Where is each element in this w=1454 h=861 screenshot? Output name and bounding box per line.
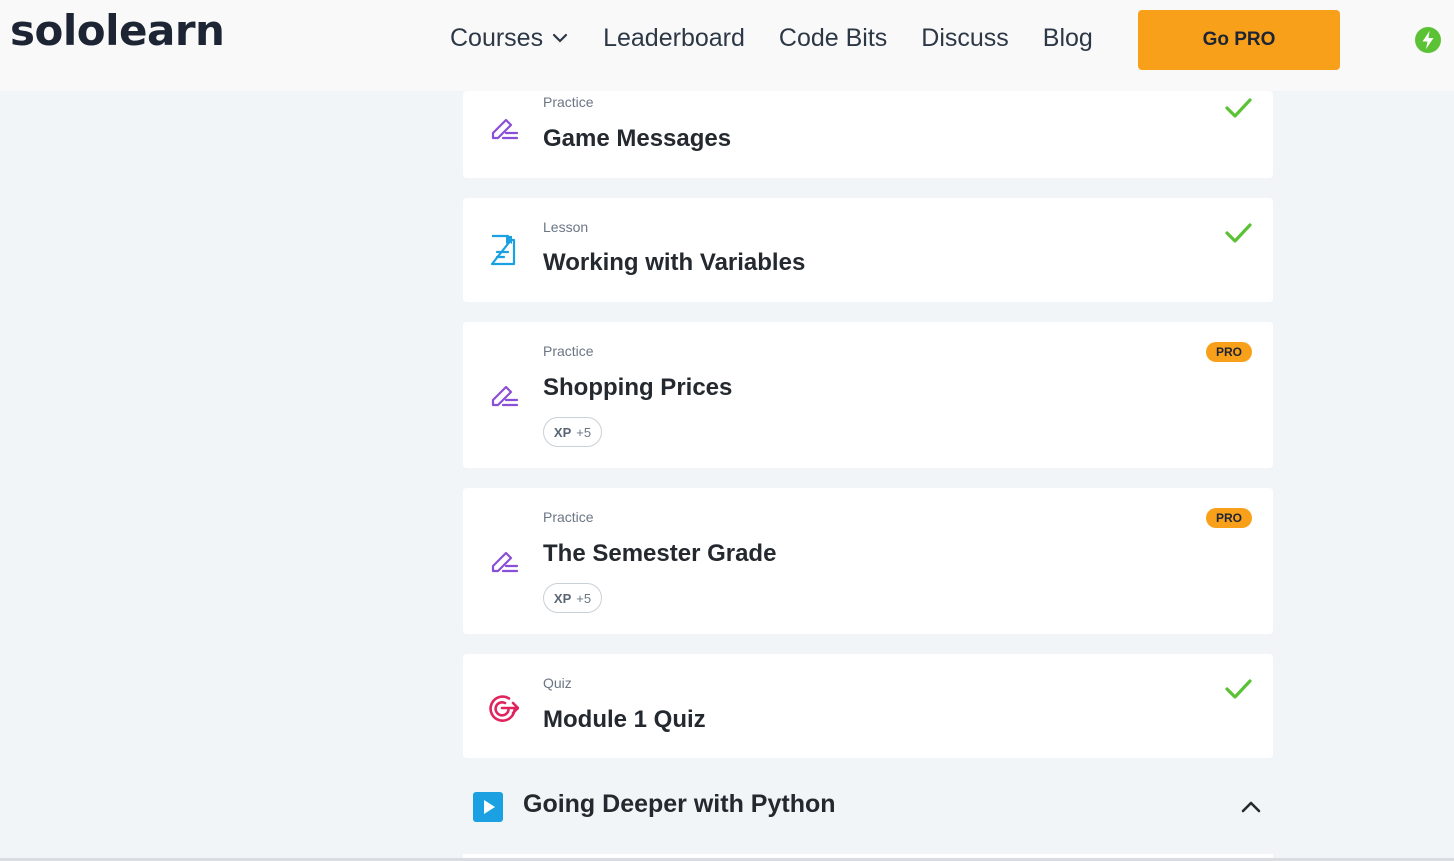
nav-code-bits[interactable]: Code Bits [779, 22, 887, 54]
pencil-edit-icon [491, 118, 519, 140]
go-pro-button[interactable]: Go PRO [1138, 10, 1340, 70]
item-title: Game Messages [543, 125, 732, 152]
lesson-item-card[interactable]: Practice The Semester Grade XP +5 PRO [463, 488, 1273, 634]
xp-label: XP [553, 424, 572, 440]
item-title: Shopping Prices [543, 374, 733, 401]
pro-badge: PRO [1206, 508, 1252, 528]
xp-reward-pill: XP +5 [543, 417, 602, 447]
xp-value: +5 [576, 424, 592, 440]
nav-courses-label: Courses [450, 24, 544, 52]
module-section-header[interactable]: Going Deeper with Python [463, 780, 1273, 832]
item-type-label: Quiz [543, 675, 572, 691]
item-title: The Semester Grade [543, 540, 777, 567]
pencil-edit-icon [491, 385, 519, 407]
lesson-item-card[interactable]: Practice Game Messages [463, 91, 1273, 178]
checkmark-icon [1225, 223, 1252, 243]
chevron-up-icon[interactable] [1238, 794, 1264, 820]
lesson-item-card[interactable]: Lesson Working with Variables [463, 198, 1273, 302]
checkmark-icon [1225, 679, 1252, 699]
lightning-bolt-icon[interactable] [1415, 27, 1441, 53]
item-type-label: Practice [543, 94, 594, 110]
play-icon [473, 792, 503, 822]
lesson-item-card[interactable]: Quiz Module 1 Quiz [463, 654, 1273, 758]
sololearn-logo[interactable]: sololearn [10, 10, 225, 52]
xp-value: +5 [576, 590, 592, 606]
chevron-down-icon [552, 33, 568, 43]
main-nav: Courses Leaderboard Code Bits Discuss Bl… [450, 22, 1127, 54]
pro-badge: PRO [1206, 342, 1252, 362]
nav-discuss[interactable]: Discuss [921, 22, 1009, 54]
xp-label: XP [553, 590, 572, 606]
item-type-label: Practice [543, 343, 594, 359]
target-icon [489, 695, 519, 722]
nav-blog[interactable]: Blog [1043, 22, 1093, 54]
pencil-edit-icon [491, 551, 519, 573]
top-header: sololearn Courses Leaderboard Code Bits … [0, 0, 1454, 91]
xp-reward-pill: XP +5 [543, 583, 602, 613]
document-icon [490, 234, 516, 266]
item-title: Module 1 Quiz [543, 706, 706, 733]
nav-courses[interactable]: Courses [450, 22, 569, 54]
item-title: Working with Variables [543, 249, 806, 276]
nav-leaderboard[interactable]: Leaderboard [603, 22, 745, 54]
checkmark-icon [1225, 98, 1252, 118]
item-type-label: Practice [543, 509, 594, 525]
lesson-item-card[interactable]: Practice Shopping Prices XP +5 PRO [463, 322, 1273, 468]
module-title: Going Deeper with Python [523, 790, 836, 818]
item-type-label: Lesson [543, 219, 589, 235]
